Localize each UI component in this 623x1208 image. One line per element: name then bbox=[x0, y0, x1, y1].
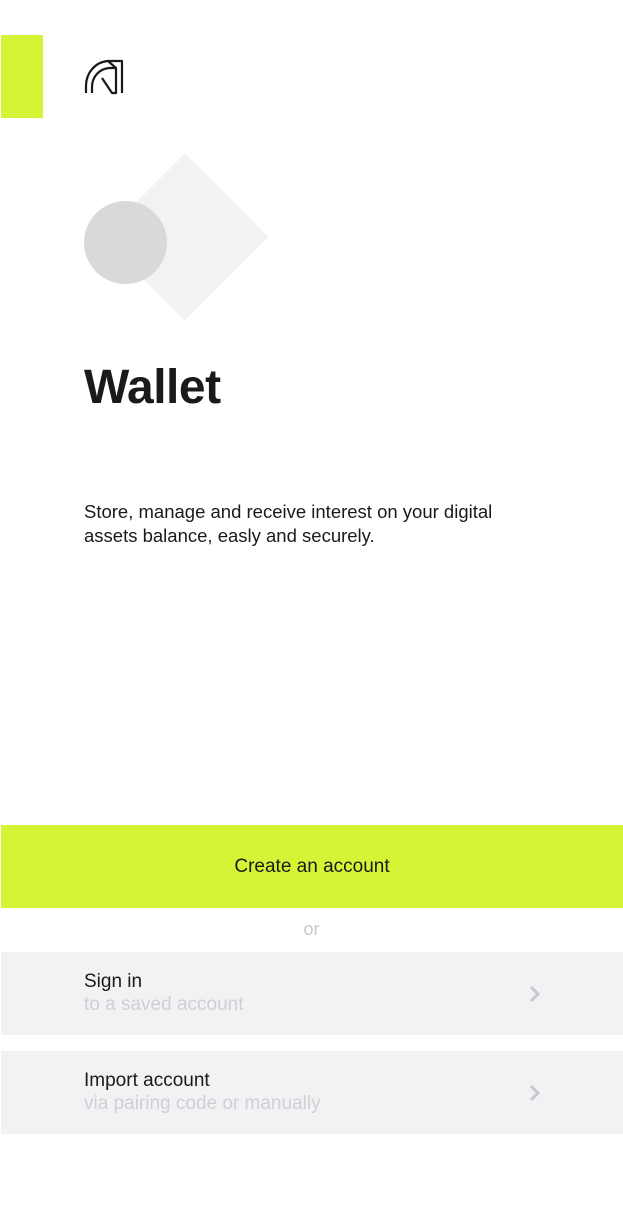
chevron-right-icon bbox=[529, 985, 541, 1003]
import-account-title: Import account bbox=[84, 1070, 210, 1091]
sign-in-title: Sign in bbox=[84, 971, 143, 992]
or-separator: or bbox=[303, 919, 320, 939]
create-account-label: Create an account bbox=[234, 855, 390, 877]
create-account-button[interactable]: Create an account bbox=[1, 825, 623, 908]
page-title: Wallet bbox=[84, 361, 221, 414]
import-account-row[interactable]: Import account via pairing code or manua… bbox=[1, 1051, 623, 1134]
arch-logo-icon bbox=[84, 59, 124, 95]
chevron-right-icon bbox=[529, 1084, 541, 1102]
brand-accent-bar bbox=[1, 35, 43, 118]
import-account-subtitle: via pairing code or manually bbox=[84, 1093, 321, 1114]
page-description: Store, manage and receive interest on yo… bbox=[84, 501, 493, 546]
circle-shape bbox=[84, 201, 167, 284]
sign-in-row[interactable]: Sign in to a saved account bbox=[1, 952, 623, 1035]
hero-illustration bbox=[84, 153, 269, 330]
sign-in-subtitle: to a saved account bbox=[84, 994, 244, 1015]
